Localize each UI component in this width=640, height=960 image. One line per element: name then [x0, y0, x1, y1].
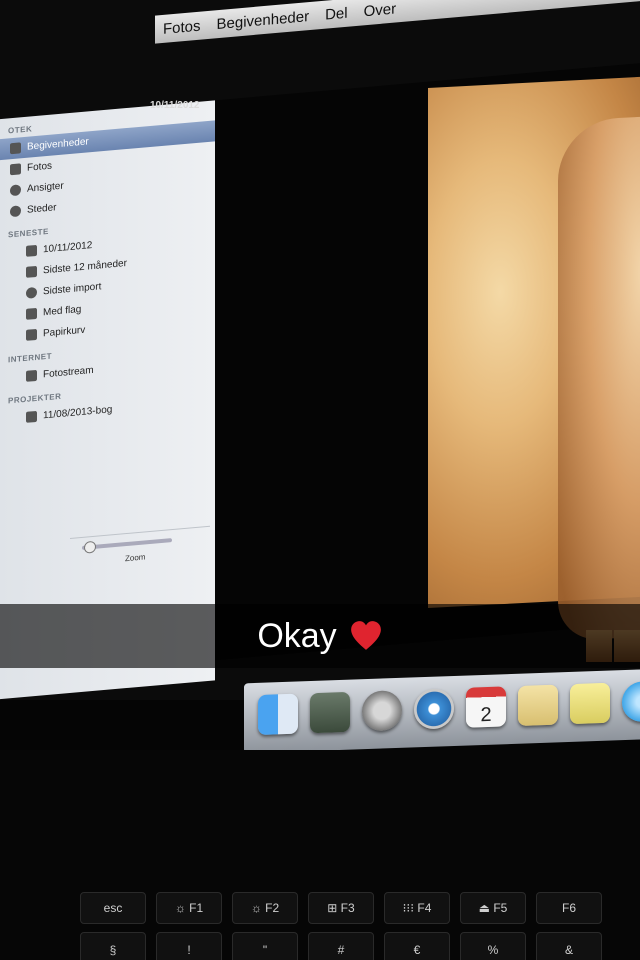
key-f1[interactable]: ☼ F1 — [156, 892, 222, 924]
heart-icon — [350, 621, 381, 650]
key-3[interactable]: # — [308, 932, 374, 960]
flag-icon — [26, 307, 37, 320]
photos-icon — [10, 163, 21, 176]
key-f3[interactable]: ⊞ F3 — [308, 892, 374, 924]
migration-icon[interactable] — [310, 691, 350, 734]
event-icon — [26, 244, 37, 257]
menu-begivenheder[interactable]: Begivenheder — [217, 8, 310, 33]
key-5[interactable]: % — [460, 932, 526, 960]
function-key-row: esc ☼ F1 ☼ F2 ⊞ F3 ⁝⁝⁝ F4 ⏏ F5 F6 — [80, 892, 602, 924]
sidebar-item-label: Steder — [27, 202, 57, 216]
sidebar-item-label: Ansigter — [27, 180, 64, 195]
sidebar-item-label: Fotos — [27, 160, 53, 174]
notes-icon[interactable] — [518, 684, 558, 726]
menu-del[interactable]: Del — [325, 4, 348, 23]
messages-icon[interactable] — [622, 680, 640, 723]
key-4[interactable]: € — [384, 932, 450, 960]
import-icon — [26, 286, 37, 299]
key-6[interactable]: & — [536, 932, 602, 960]
event-photo[interactable] — [428, 75, 640, 642]
key-f6[interactable]: F6 — [536, 892, 602, 924]
keyboard: esc ☼ F1 ☼ F2 ⊞ F3 ⁝⁝⁝ F4 ⏏ F5 F6 § ! " … — [0, 750, 640, 960]
events-icon — [10, 142, 21, 155]
stickies-icon[interactable] — [570, 682, 610, 725]
caption-text: Okay — [257, 616, 337, 655]
calendar-day: 2 — [480, 703, 492, 727]
key-f5[interactable]: ⏏ F5 — [460, 892, 526, 924]
safari-icon[interactable] — [414, 688, 454, 730]
event-date-heading: 10/11/2012 — [150, 100, 200, 111]
number-key-row: § ! " # € % & — [80, 932, 602, 960]
menu-bar: Fotos Begivenheder Del Over — [155, 0, 640, 44]
menu-fotos[interactable]: Fotos — [163, 17, 201, 37]
photostream-icon — [26, 369, 37, 382]
zoom-label: Zoom — [125, 552, 146, 564]
finder-icon[interactable] — [258, 693, 298, 736]
key-f4[interactable]: ⁝⁝⁝ F4 — [384, 892, 450, 924]
sidebar-item-label: Begivenheder — [27, 136, 89, 153]
calendar-icon[interactable]: 2 — [466, 686, 506, 728]
zoom-slider-knob[interactable] — [84, 540, 96, 554]
key-2[interactable]: " — [232, 932, 298, 960]
sidebar-item-label: 11/08/2013-bog — [43, 404, 113, 422]
snap-caption: Okay — [0, 604, 640, 668]
book-icon — [26, 410, 37, 423]
sidebar-item-label: Med flag — [43, 304, 82, 319]
key-f2[interactable]: ☼ F2 — [232, 892, 298, 924]
sidebar-item-label: Fotostream — [43, 364, 94, 381]
sidebar-item-label: Sidste import — [43, 281, 102, 298]
trash-icon — [26, 328, 37, 341]
key-1[interactable]: ! — [156, 932, 222, 960]
key-esc[interactable]: esc — [80, 892, 146, 924]
menu-over[interactable]: Over — [364, 0, 397, 20]
places-icon — [10, 205, 21, 218]
key-section[interactable]: § — [80, 932, 146, 960]
photo-scene: Fotos Begivenheder Del Over OTEK Begiven… — [0, 0, 640, 960]
sidebar-item-label: Sidste 12 måneder — [43, 258, 127, 277]
sidebar-item-label: 10/11/2012 — [43, 240, 93, 256]
photo-subject — [558, 113, 640, 642]
calendar-icon — [26, 265, 37, 278]
sidebar-item-label: Papirkurv — [43, 324, 86, 340]
launchpad-icon[interactable] — [362, 690, 402, 732]
faces-icon — [10, 184, 21, 197]
